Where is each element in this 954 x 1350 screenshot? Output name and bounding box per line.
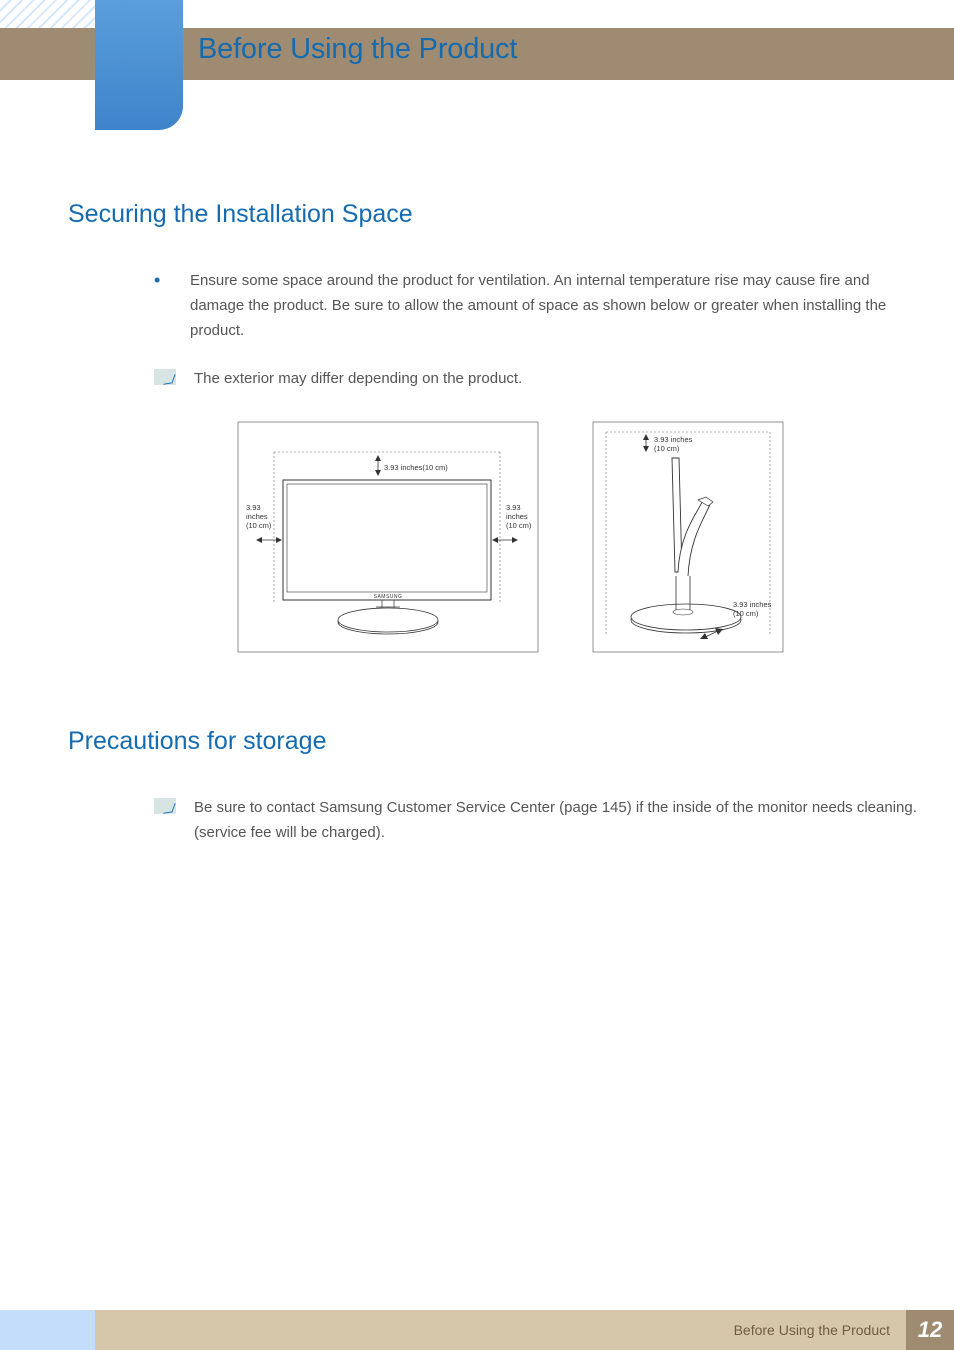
diagram-label-right-1: 3.93 bbox=[506, 503, 521, 512]
note-icon bbox=[154, 369, 176, 385]
left-tab-decoration bbox=[95, 0, 183, 130]
diagram-label-side-bot-2: (10 cm) bbox=[733, 609, 759, 618]
diagram-label-top: 3.93 inches(10 cm) bbox=[384, 463, 448, 472]
note-icon bbox=[154, 798, 176, 814]
diagram-label-side-bot-1: 3.93 inches bbox=[733, 600, 772, 609]
diagram-brand-label: SAMSUNG bbox=[374, 594, 403, 600]
bullet-text: Ensure some space around the product for… bbox=[190, 269, 924, 343]
diagram-label-side-top-1: 3.93 inches bbox=[654, 435, 693, 444]
diagram-label-right-3: (10 cm) bbox=[506, 521, 532, 530]
section-heading-storage: Precautions for storage bbox=[68, 727, 924, 756]
section-heading-installation: Securing the Installation Space bbox=[68, 200, 924, 229]
page-title: Before Using the Product bbox=[198, 33, 517, 66]
note-text: The exterior may differ depending on the… bbox=[194, 367, 522, 392]
footer-section-name: Before Using the Product bbox=[734, 1310, 906, 1350]
page-number: 12 bbox=[906, 1310, 954, 1350]
bullet-item: • Ensure some space around the product f… bbox=[154, 269, 924, 343]
diagram-label-right-2: inches bbox=[506, 512, 528, 521]
footer-left-stripe bbox=[0, 1310, 95, 1350]
diagram-label-left-2: inches bbox=[246, 512, 268, 521]
diagram-label-left-1: 3.93 bbox=[246, 503, 261, 512]
installation-diagram: 3.93 inches(10 cm) SAMSUNG 3.93 inches (… bbox=[228, 412, 924, 667]
diagram-label-left-3: (10 cm) bbox=[246, 521, 272, 530]
main-content: Securing the Installation Space • Ensure… bbox=[68, 180, 924, 866]
note-item-storage: Be sure to contact Samsung Customer Serv… bbox=[154, 796, 924, 846]
note-text-storage: Be sure to contact Samsung Customer Serv… bbox=[194, 796, 924, 846]
bullet-marker: • bbox=[154, 269, 190, 343]
footer-right: Before Using the Product 12 bbox=[734, 1310, 954, 1350]
diagram-label-side-top-2: (10 cm) bbox=[654, 444, 680, 453]
note-item: The exterior may differ depending on the… bbox=[154, 367, 924, 392]
